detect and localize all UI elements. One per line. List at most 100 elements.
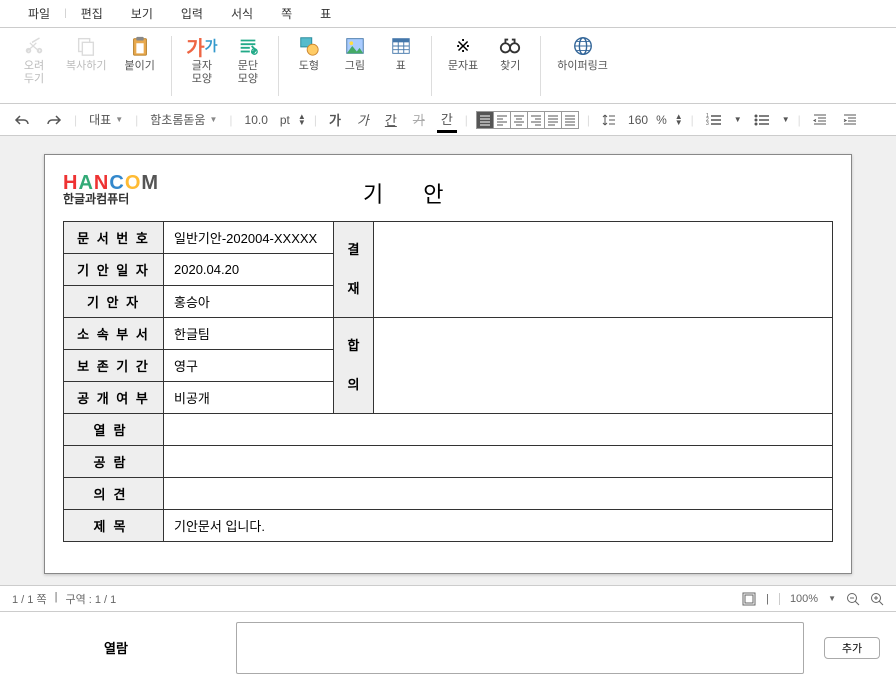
logo-subtitle: 한글과컴퓨터 [63, 193, 159, 205]
table-row: 공람 [64, 446, 833, 478]
dept-value[interactable]: 한글팀 [164, 318, 334, 350]
draft-date-value[interactable]: 2020.04.20 [164, 254, 334, 286]
font-dropdown[interactable]: 함초롬돋움▼ [146, 111, 221, 128]
document-title: 기안 [363, 177, 483, 209]
font-size-spinner[interactable]: ▲▼ [298, 114, 306, 125]
align-justify-button[interactable] [477, 112, 493, 128]
hyperlink-button[interactable]: 하이퍼링크 [553, 32, 612, 75]
circulation-cell[interactable] [164, 414, 833, 446]
font-size-value: 10.0 [245, 113, 268, 127]
align-right-button[interactable] [528, 112, 544, 128]
table-row: 문 서 번 호 일반기안-202004-XXXXX 결 재 [64, 222, 833, 254]
svg-text:3: 3 [706, 121, 709, 127]
public-label: 공 개 여 부 [64, 382, 164, 414]
clipboard-icon [128, 34, 152, 58]
char-shape-icon: 가가 [190, 34, 214, 58]
line-spacing-value: 160 [628, 113, 648, 127]
table-row: 소 속 부 서 한글팀 합 의 [64, 318, 833, 350]
char-table-label: 문자표 [448, 60, 478, 73]
align-center-button[interactable] [511, 112, 527, 128]
cut-button: 오려 두기 [16, 32, 52, 88]
strike-button[interactable]: 가 [409, 108, 429, 131]
subject-label: 제목 [64, 510, 164, 542]
picture-label: 그림 [345, 60, 365, 73]
ribbon-divider-2 [278, 36, 279, 96]
align-distribute-button[interactable] [545, 112, 561, 128]
line-spacing-spinner[interactable]: ▲▼ [675, 114, 683, 125]
doc-no-value[interactable]: 일반기안-202004-XXXXX [164, 222, 334, 254]
para-shape-button[interactable]: 문단 모양 [230, 32, 266, 88]
retention-value[interactable]: 영구 [164, 350, 334, 382]
form-table: 문 서 번 호 일반기안-202004-XXXXX 결 재 기 안 일 자 20… [63, 221, 833, 542]
zoom-in-button[interactable] [870, 592, 884, 606]
italic-button[interactable]: 가 [353, 108, 373, 131]
table-icon [389, 34, 413, 58]
share-cell[interactable] [164, 446, 833, 478]
copy-label: 복사하기 [66, 60, 106, 73]
subject-value[interactable]: 기안문서 입니다. [164, 510, 833, 542]
menu-file[interactable]: 파일 [14, 5, 64, 22]
menu-input[interactable]: 입력 [167, 5, 217, 22]
copy-button: 복사하기 [62, 32, 110, 88]
font-unit-label: pt [280, 113, 290, 127]
outdent-button[interactable] [809, 111, 831, 129]
find-button[interactable]: 찾기 [492, 32, 528, 75]
drafter-value[interactable]: 홍승아 [164, 286, 334, 318]
menu-page[interactable]: 쪽 [267, 5, 306, 22]
align-full-button[interactable] [562, 112, 578, 128]
format-bar: | 대표▼ | 함초롬돋움▼ | 10.0 pt ▲▼ | 가 가 간 가 간 … [0, 104, 896, 136]
style-dropdown[interactable]: 대표▼ [85, 111, 127, 128]
bold-button[interactable]: 가 [325, 108, 345, 131]
status-bar: 1 / 1 쪽 | 구역 : 1 / 1 | 100% ▼ [0, 585, 896, 611]
picture-button[interactable]: 그림 [337, 32, 373, 75]
menu-table[interactable]: 표 [306, 5, 345, 22]
scissors-icon [22, 34, 46, 58]
font-size-field[interactable]: 10.0 [241, 113, 272, 127]
paste-button[interactable]: 붙이기 [120, 32, 158, 88]
document-canvas[interactable]: HANCOM 한글과컴퓨터 기안 문 서 번 호 일반기안-202004-XXX… [0, 136, 896, 585]
company-logo: HANCOM 한글과컴퓨터 [63, 173, 159, 205]
doc-no-label: 문 서 번 호 [64, 222, 164, 254]
char-table-button[interactable]: ※ 문자표 [444, 32, 482, 75]
globe-icon [571, 34, 595, 58]
numbered-list-button[interactable]: 123 [702, 111, 726, 129]
document-page[interactable]: HANCOM 한글과컴퓨터 기안 문 서 번 호 일반기안-202004-XXX… [44, 154, 852, 574]
char-shape-button[interactable]: 가가 글자 모양 [184, 32, 220, 88]
char-color-button[interactable]: 간 [437, 107, 457, 133]
redo-button[interactable] [42, 112, 66, 128]
public-value[interactable]: 비공개 [164, 382, 334, 414]
agreement-cell[interactable] [374, 318, 833, 414]
view-mode-icon[interactable] [742, 592, 756, 606]
approval-label: 결 재 [334, 222, 374, 318]
align-left-button[interactable] [494, 112, 510, 128]
bullet-list-button[interactable] [750, 111, 774, 129]
line-spacing-button[interactable] [598, 111, 620, 129]
menu-view[interactable]: 보기 [117, 5, 167, 22]
para-shape-icon [236, 34, 260, 58]
drafter-label: 기 안 자 [64, 286, 164, 318]
indent-button[interactable] [839, 111, 861, 129]
ribbon-divider-3 [431, 36, 432, 96]
ribbon-divider [171, 36, 172, 96]
approval-cell[interactable] [374, 222, 833, 318]
add-button[interactable]: 추가 [824, 637, 880, 659]
shape-button[interactable]: 도형 [291, 32, 327, 75]
page-info: 1 / 1 쪽 [12, 591, 47, 607]
share-label: 공람 [64, 446, 164, 478]
percent-label: % [656, 113, 667, 127]
cut-label: 오려 두기 [24, 60, 44, 86]
zoom-out-button[interactable] [846, 592, 860, 606]
copy-icon [74, 34, 98, 58]
table-button[interactable]: 표 [383, 32, 419, 75]
ribbon-divider-4 [540, 36, 541, 96]
font-value: 함초롬돋움 [150, 111, 205, 128]
zoom-value[interactable]: 100% [790, 593, 818, 605]
opinion-cell[interactable] [164, 478, 833, 510]
undo-button[interactable] [10, 112, 34, 128]
panel-field-label: 열람 [16, 638, 216, 657]
menu-format[interactable]: 서식 [217, 5, 267, 22]
zoom-dropdown[interactable]: ▼ [828, 594, 836, 603]
menu-edit[interactable]: 편집 [67, 5, 117, 22]
panel-textarea[interactable] [236, 622, 804, 674]
underline-button[interactable]: 간 [381, 108, 401, 131]
